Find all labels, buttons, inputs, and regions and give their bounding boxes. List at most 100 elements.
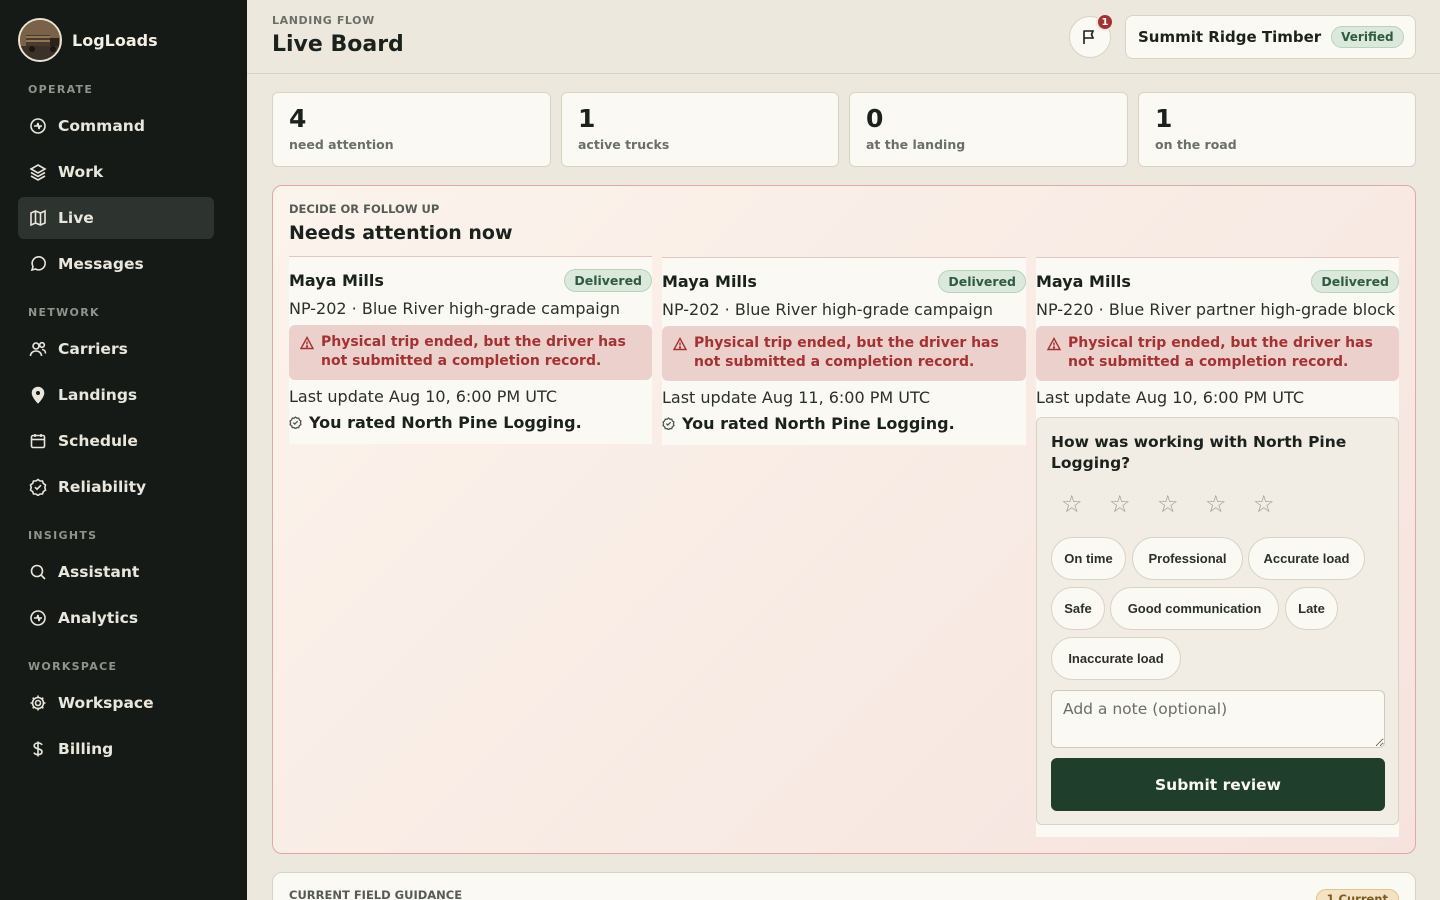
verified-badge: Verified [1331,26,1404,48]
last-update: Last update Aug 10, 6:00 PM UTC [1036,388,1305,407]
panel-eyebrow: DECIDE OR FOLLOW UP [289,202,440,216]
alert-text: Physical trip ended, but the driver has … [1068,335,1373,370]
job-description: NP-202 · Blue River high-grade campaign [289,299,621,318]
tag-late[interactable]: Late [1285,587,1338,630]
notification-count-badge: 1 [1096,13,1114,31]
driver-name: Maya Mills [289,271,384,290]
sidebar-item-label: Live [58,209,94,227]
tag-professional[interactable]: Professional [1132,537,1243,580]
attention-card[interactable]: Maya Mills Delivered NP-202 · Blue River… [289,256,652,444]
message-icon [28,254,48,274]
badge-check-icon [28,477,48,497]
star-icon[interactable]: ☆ [1109,490,1157,518]
card-header: Maya Mills Delivered [662,270,1026,293]
badge-check-icon [662,417,675,430]
sidebar-item-landings[interactable]: Landings [18,374,214,416]
sidebar-item-label: Billing [58,740,114,758]
analytics-icon [28,608,48,628]
warning-icon [299,336,315,356]
job-description: NP-220 · Blue River partner high-grade b… [1036,300,1396,319]
sidebar-item-work[interactable]: Work [18,151,214,193]
sidebar-item-label: Reliability [58,478,147,496]
warning-icon [1046,337,1062,357]
alert-message: Physical trip ended, but the driver has … [289,325,652,380]
review-question: How was working with North Pine Logging? [1051,433,1347,472]
tag-good-communication[interactable]: Good communication [1110,587,1279,630]
gear-icon [28,693,48,713]
sidebar-item-label: Landings [58,386,138,404]
stat-card-on-road[interactable]: 1 on the road [1138,92,1416,167]
carrier-review-form: How was working with North Pine Logging?… [1036,417,1399,825]
users-icon [28,339,48,359]
tag-on-time[interactable]: On time [1051,537,1126,580]
review-note-input[interactable] [1051,690,1385,748]
sidebar-item-assistant[interactable]: Assistant [18,551,214,593]
job-description: NP-202 · Blue River high-grade campaign [662,300,994,319]
panel-eyebrow: CURRENT FIELD GUIDANCE [289,888,463,900]
organization-switcher[interactable]: Summit Ridge Timber Verified [1125,15,1416,59]
sidebar-item-label: Carriers [58,340,128,358]
rated-confirmation: You rated North Pine Logging. [289,413,582,432]
search-icon [28,562,48,582]
map-icon [28,208,48,228]
alert-message: Physical trip ended, but the driver has … [1036,326,1399,381]
sidebar-item-messages[interactable]: Messages [18,243,214,285]
star-icon[interactable]: ☆ [1205,490,1253,518]
sidebar-item-reliability[interactable]: Reliability [18,466,214,508]
nav-section-insights: INSIGHTS [28,529,98,542]
status-badge: Delivered [938,270,1026,293]
star-icon[interactable]: ☆ [1157,490,1205,518]
layers-icon [28,162,48,182]
alert-text: Physical trip ended, but the driver has … [321,334,626,369]
sidebar-item-command[interactable]: Command [18,105,214,147]
current-count-badge: 1 Current [1315,889,1399,900]
star-icon[interactable]: ☆ [1061,490,1109,518]
sidebar-item-schedule[interactable]: Schedule [18,420,214,462]
rated-text: You rated North Pine Logging. [309,413,582,432]
tag-accurate-load[interactable]: Accurate load [1248,537,1365,580]
stat-value: 0 [866,104,884,133]
status-badge: Delivered [1311,270,1399,293]
submit-review-button[interactable]: Submit review [1051,758,1385,811]
warning-icon [672,337,688,357]
card-header: Maya Mills Delivered [1036,270,1399,293]
rated-confirmation: You rated North Pine Logging. [662,414,955,433]
tag-inaccurate-load[interactable]: Inaccurate load [1051,637,1181,680]
calendar-icon [28,431,48,451]
nav-section-network: NETWORK [28,306,100,319]
sidebar-item-analytics[interactable]: Analytics [18,597,214,639]
stat-card-need-attention[interactable]: 4 need attention [272,92,551,167]
stat-value: 1 [578,104,596,133]
stat-label: on the road [1155,136,1237,152]
command-icon [28,116,48,136]
alert-text: Physical trip ended, but the driver has … [694,335,999,370]
dollar-icon [28,739,48,759]
organization-name: Summit Ridge Timber [1138,28,1322,46]
page-title: Live Board [272,32,404,57]
sidebar-item-label: Command [58,117,145,135]
attention-card[interactable]: Maya Mills Delivered NP-202 · Blue River… [662,257,1026,445]
card-header: Maya Mills Delivered [289,269,652,292]
sidebar-item-live[interactable]: Live [18,197,214,239]
stat-card-active-trucks[interactable]: 1 active trucks [561,92,839,167]
tag-safe[interactable]: Safe [1051,587,1105,630]
stat-card-at-landing[interactable]: 0 at the landing [849,92,1128,167]
sidebar-item-label: Workspace [58,694,154,712]
sidebar-item-label: Messages [58,255,144,273]
app-name: LogLoads [72,30,158,50]
last-update: Last update Aug 10, 6:00 PM UTC [289,387,558,406]
page-eyebrow: LANDING FLOW [272,14,375,27]
sidebar-item-workspace[interactable]: Workspace [18,682,214,724]
brand[interactable]: LogLoads [18,17,158,63]
status-badge: Delivered [564,269,652,292]
top-header: LANDING FLOW Live Board 1 Summit Ridge T… [247,0,1440,74]
sidebar-item-carriers[interactable]: Carriers [18,328,214,370]
star-icon[interactable]: ☆ [1253,490,1301,518]
stat-value: 4 [289,104,307,133]
star-rating[interactable]: ☆ ☆ ☆ ☆ ☆ [1061,490,1301,518]
alert-message: Physical trip ended, but the driver has … [662,326,1026,381]
location-pin-icon [28,385,48,405]
sidebar-item-label: Schedule [58,432,138,450]
badge-check-icon [289,416,302,429]
sidebar-item-billing[interactable]: Billing [18,728,214,770]
